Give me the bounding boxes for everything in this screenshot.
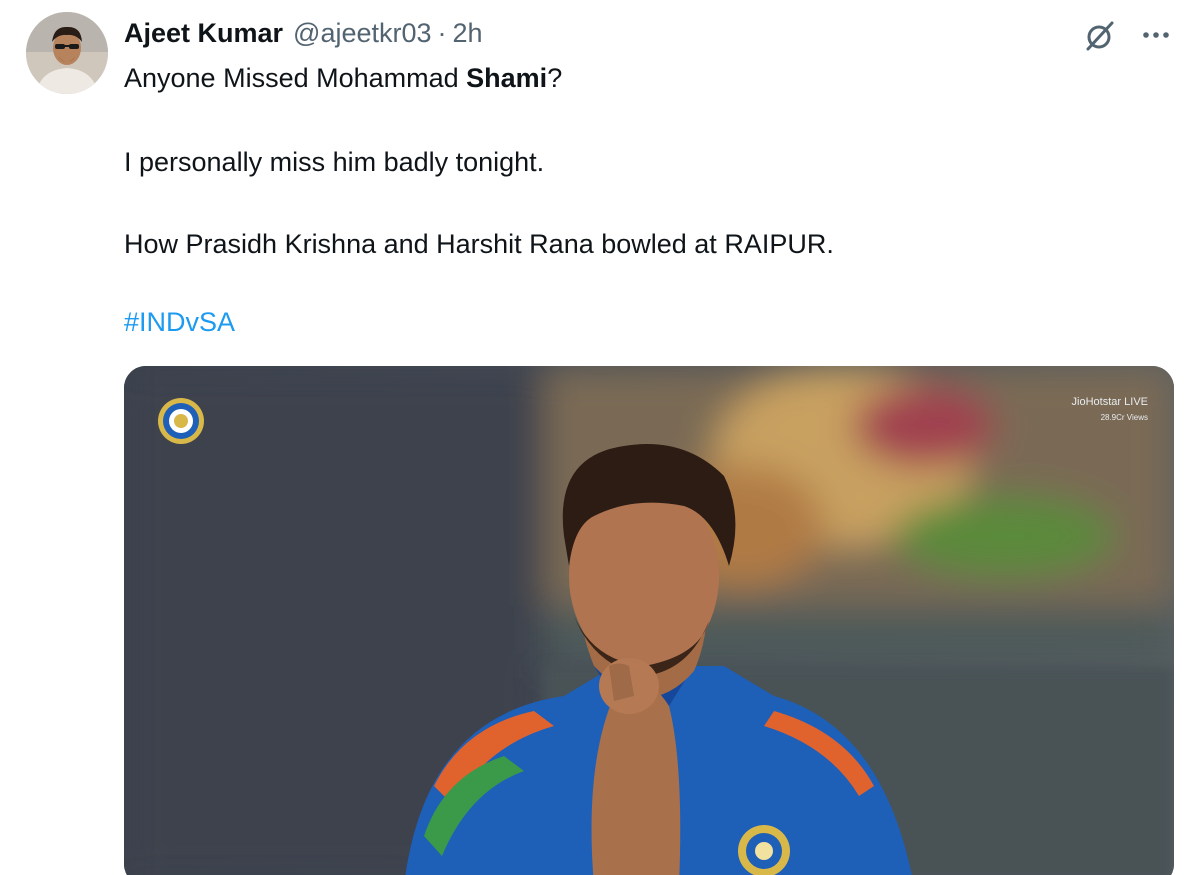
- tweet-line-2: I personally miss him badly tonight.: [124, 147, 545, 177]
- grok-icon[interactable]: [1082, 18, 1118, 54]
- timestamp[interactable]: 2h: [453, 18, 483, 49]
- tweet-line-1-suffix: ?: [547, 63, 563, 93]
- tweet-header: Ajeet Kumar @ajeetkr03 · 2h: [124, 16, 483, 50]
- broadcaster-watermark: JioHotstar LIVE 28.9Cr Views: [1072, 394, 1148, 426]
- watermark-views: 28.9Cr Views: [1100, 413, 1148, 422]
- tweet-line-1: Anyone Missed Mohammad Shami?: [124, 60, 562, 97]
- watermark-badge: LIVE: [1124, 396, 1148, 408]
- watermark-brand: JioHotstar: [1071, 396, 1122, 408]
- bcci-logo: [156, 396, 206, 446]
- tweet-card[interactable]: Ajeet Kumar @ajeetkr03 · 2h Anyone Misse…: [0, 0, 1200, 875]
- tweet-line-3: How Prasidh Krishna and Harshit Rana bow…: [124, 229, 834, 259]
- avatar[interactable]: [26, 12, 108, 94]
- tweet-line-1-prefix: Anyone Missed Mohammad: [124, 63, 467, 93]
- author-name[interactable]: Ajeet Kumar: [124, 18, 283, 49]
- hashtag-link[interactable]: #INDvSA: [124, 307, 235, 337]
- separator-dot: ·: [437, 17, 447, 48]
- media-image: [124, 366, 1174, 875]
- more-options-icon[interactable]: [1138, 18, 1174, 54]
- tweet-line-4: #INDvSA: [124, 304, 235, 341]
- author-handle[interactable]: @ajeetkr03: [293, 18, 431, 49]
- tweet-media[interactable]: JioHotstar LIVE 28.9Cr Views: [124, 366, 1174, 875]
- tweet-line-1-bold: Shami: [466, 63, 548, 93]
